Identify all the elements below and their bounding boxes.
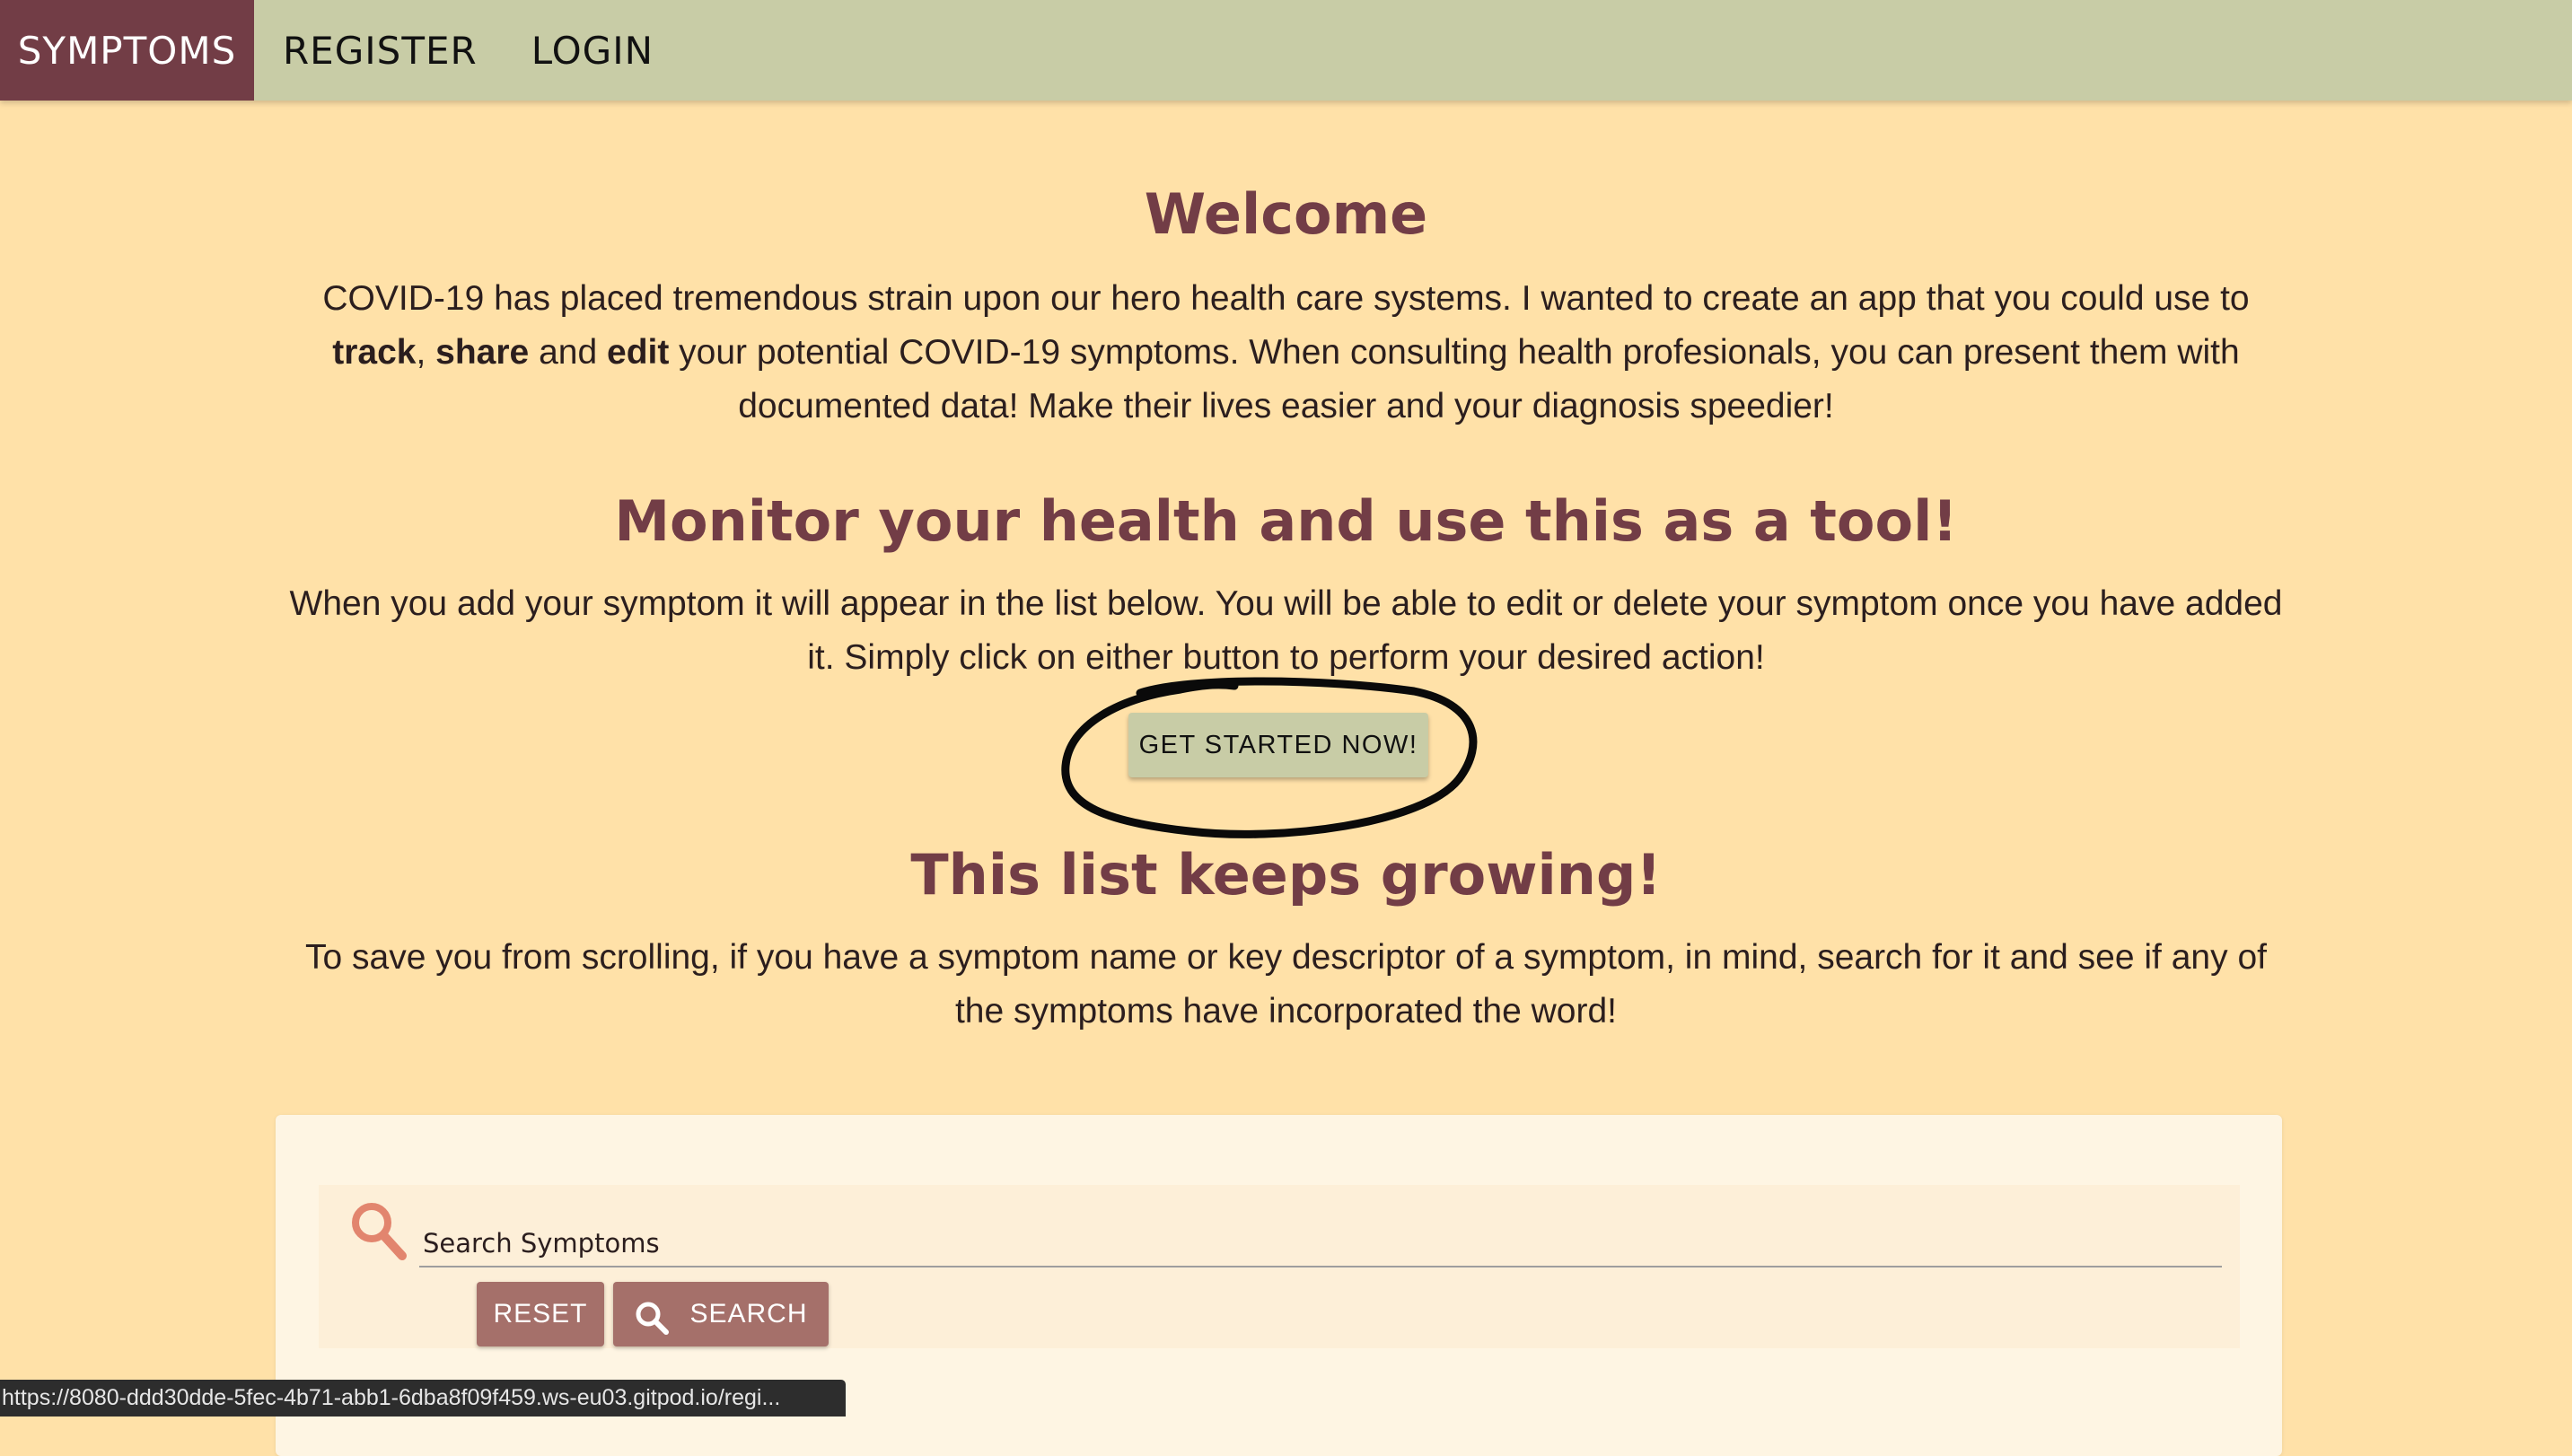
nav-link-login[interactable]: LOGIN: [505, 0, 680, 101]
welcome-paragraph: COVID-19 has placed tremendous strain up…: [287, 272, 2285, 434]
top-navbar: SYMPTOMS REGISTER LOGIN: [0, 0, 2572, 101]
growing-heading: This list keeps growing!: [910, 842, 1662, 908]
monitor-heading: Monitor your health and use this as a to…: [614, 488, 1958, 554]
browser-status-bar-url: https://8080-ddd30dde-5fec-4b71-abb1-6db…: [0, 1380, 846, 1417]
search-symptoms-input[interactable]: [419, 1221, 2222, 1267]
monitor-paragraph: When you add your symptom it will appear…: [289, 584, 2283, 677]
reset-button[interactable]: RESET: [477, 1282, 604, 1346]
nav-link-register[interactable]: REGISTER: [254, 0, 505, 101]
search-panel: RESET SEARCH: [319, 1185, 2240, 1348]
welcome-heading: Welcome: [1144, 181, 1428, 247]
welcome-and-text: and: [529, 333, 607, 372]
search-button[interactable]: SEARCH: [613, 1282, 829, 1346]
search-button-magnifier-icon: [636, 1302, 670, 1335]
welcome-edit-word: edit: [607, 333, 670, 372]
welcome-comma: ,: [416, 333, 436, 372]
welcome-intro-text: COVID-19 has placed tremendous strain up…: [322, 279, 2250, 318]
welcome-track-word: track: [332, 333, 417, 372]
growing-paragraph: To save you from scrolling, if you have …: [305, 938, 2267, 1031]
search-button-label: SEARCH: [689, 1299, 808, 1329]
welcome-outro-text: your potential COVID-19 symptoms. When c…: [669, 333, 2240, 425]
magnifier-icon: [352, 1203, 407, 1260]
welcome-share-word: share: [435, 333, 530, 372]
brand-link-symptoms[interactable]: SYMPTOMS: [0, 0, 254, 101]
get-started-button[interactable]: GET STARTED NOW!: [1128, 713, 1428, 777]
